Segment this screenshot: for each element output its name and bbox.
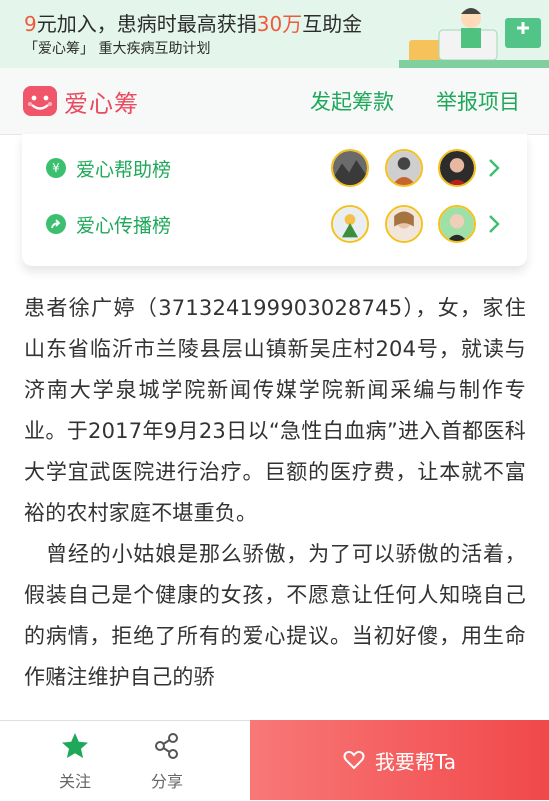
help-button-label: 我要帮Ta <box>374 749 457 774</box>
banner-headline: 9元加入，患病时最高获捐30万互助金 <box>24 8 362 37</box>
banner-illustration <box>399 0 549 68</box>
heart-icon <box>343 750 365 770</box>
avatar <box>438 149 476 187</box>
banner-subtitle: 「爱心筹」 重大疾病互助计划 <box>24 41 211 57</box>
avatar <box>438 205 476 243</box>
site-header: 爱心筹 发起筹款 举报项目 <box>0 68 549 135</box>
banner-amount: 30万 <box>256 12 303 36</box>
banner-text: 元加入，患病时最高获捐 <box>36 12 257 36</box>
follow-label: 关注 <box>58 772 91 791</box>
patient-story: 患者徐广婷（371324199903028745），女，家住山东省临沂市兰陵县层… <box>24 288 526 698</box>
share-ranking-row[interactable]: 爱心传播榜 <box>22 196 527 252</box>
banner-text-end: 互助金 <box>302 12 363 36</box>
logo-face-icon <box>23 86 57 116</box>
share-icon <box>155 733 178 759</box>
yen-icon: ¥ <box>46 158 66 178</box>
ranking-card: ¥ 爱心帮助榜 爱心传播榜 <box>22 134 527 266</box>
avatar <box>331 205 369 243</box>
story-paragraph: 患者徐广婷（371324199903028745），女，家住山东省临沂市兰陵县层… <box>24 296 526 525</box>
chevron-right-icon[interactable] <box>486 157 502 179</box>
share-ranking-label: 爱心传播榜 <box>76 214 172 237</box>
avatar <box>385 205 423 243</box>
promo-banner[interactable]: 9元加入，患病时最高获捐30万互助金 「爱心筹」 重大疾病互助计划 <box>0 0 549 68</box>
help-ranking-row[interactable]: ¥ 爱心帮助榜 <box>22 140 527 196</box>
logo-text: 爱心筹 <box>64 89 139 118</box>
avatar <box>331 149 369 187</box>
avatar <box>385 149 423 187</box>
help-ranking-label: 爱心帮助榜 <box>76 158 172 181</box>
chevron-right-icon[interactable] <box>486 213 502 235</box>
share-label: 分享 <box>150 772 183 791</box>
follow-button[interactable]: 关注 <box>40 721 110 801</box>
share-button[interactable]: 分享 <box>132 721 202 801</box>
star-icon <box>62 733 88 758</box>
help-donate-button[interactable]: 我要帮Ta <box>250 720 549 800</box>
start-fundraising-link[interactable]: 发起筹款 <box>310 86 394 116</box>
share-arrow-icon <box>46 214 66 234</box>
report-project-link[interactable]: 举报项目 <box>436 86 520 116</box>
site-logo[interactable]: 爱心筹 <box>22 84 139 118</box>
story-paragraph: 曾经的小姑娘是那么骄傲，为了可以骄傲的活着，假装自己是个健康的女孩，不愿意让任何… <box>24 542 526 689</box>
banner-price: 9 <box>24 12 37 36</box>
